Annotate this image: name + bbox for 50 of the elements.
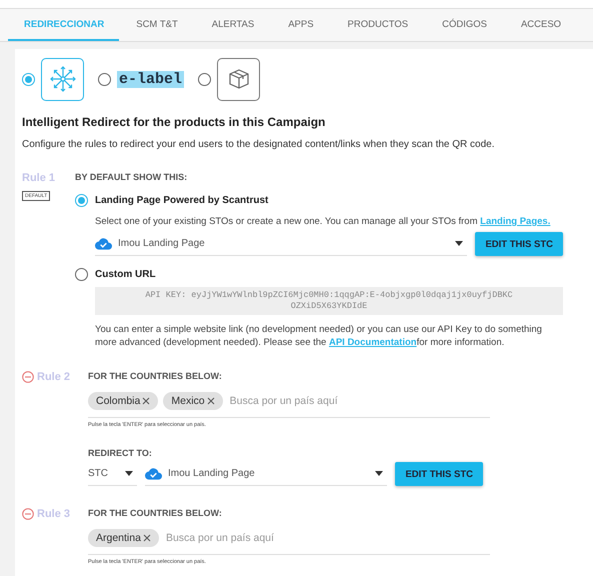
remove-icon[interactable] [22, 508, 34, 520]
tab[interactable]: SCM T&T [119, 9, 195, 41]
tab[interactable]: ACCESO [504, 9, 578, 41]
tab[interactable]: APPS [271, 9, 331, 41]
rule-label: Rule 2 [37, 371, 70, 383]
tab[interactable]: ALERTAS [194, 9, 272, 41]
radio-button[interactable] [198, 72, 212, 86]
description: Configure the rules to redirect your end users to the designated content/links when they scan the QR code. [22, 139, 496, 150]
rule-title: FOR THE COUNTRIES BELOW: [88, 371, 223, 381]
arrows-out-icon [48, 65, 76, 93]
radio-button[interactable] [22, 72, 35, 86]
radio-button[interactable] [75, 268, 88, 281]
help-text: You can enter a simple website link (no development needed) or you can use our API Key to do something more advanced (development needed). Please see the API Documentationfor more information. [95, 323, 543, 349]
api-key-box: API KEY: eyJjYW1wYWlnbl9pZCI6Mjc0MH0:1qqgAP:E-4objxgp0l0dqaj1jx0uyfjDBKCOZXiD5X63YKDIdE [95, 287, 563, 315]
cloud-check-icon [145, 468, 162, 480]
mode-tile[interactable] [41, 58, 84, 100]
e-label-logo[interactable]: e-label [117, 70, 184, 88]
rule-title: FOR THE COUNTRIES BELOW: [88, 508, 223, 518]
country-field[interactable]: Argentina Busca por un país aquí [88, 522, 490, 555]
option-label: Landing Page Powered by Scantrust [95, 195, 268, 206]
mode-tile[interactable] [217, 58, 260, 100]
caret-icon [125, 471, 133, 476]
radio-button[interactable] [75, 194, 88, 207]
close-icon[interactable] [142, 534, 151, 542]
radio-button[interactable] [98, 72, 111, 86]
cloud-check-icon [95, 238, 112, 250]
landing-page-select[interactable]: Imou Landing Page [95, 232, 468, 256]
rule-label: Rule 1 [22, 172, 56, 184]
edit-stc-button[interactable]: EDIT THIS STC [395, 462, 483, 486]
tab[interactable]: CÓDIGOS [425, 9, 504, 41]
tab[interactable]: PRODUCTOS [330, 9, 426, 41]
close-icon[interactable] [142, 397, 150, 405]
edit-stc-button[interactable]: EDIT THIS STC [475, 232, 563, 256]
landing-page-select[interactable]: Imou Landing Page [145, 462, 388, 486]
remove-icon[interactable] [22, 371, 34, 383]
close-icon[interactable] [206, 397, 215, 405]
rule-title: REDIRECT TO: [88, 448, 153, 458]
country-chip[interactable]: Mexico [163, 392, 223, 410]
box-icon [226, 67, 251, 91]
option-label: Custom URL [95, 269, 156, 280]
section-heading: Intelligent Redirect for the products in this Campaign [22, 115, 326, 129]
country-chip[interactable]: Argentina [88, 529, 159, 547]
help-text: Select one of your existing STOs or create a new one. You can manage all your STOs from Landing Pages. [95, 215, 552, 228]
caret-icon [375, 471, 384, 476]
caret-icon [455, 241, 464, 246]
rule-title: BY DEFAULT SHOW THIS: [75, 172, 188, 182]
country-field[interactable]: Colombia Mexico Busca por un país aquí [88, 385, 490, 418]
rule-label: Rule 3 [37, 508, 70, 520]
country-chip[interactable]: Colombia [88, 392, 158, 410]
type-select[interactable]: STC [88, 462, 137, 486]
